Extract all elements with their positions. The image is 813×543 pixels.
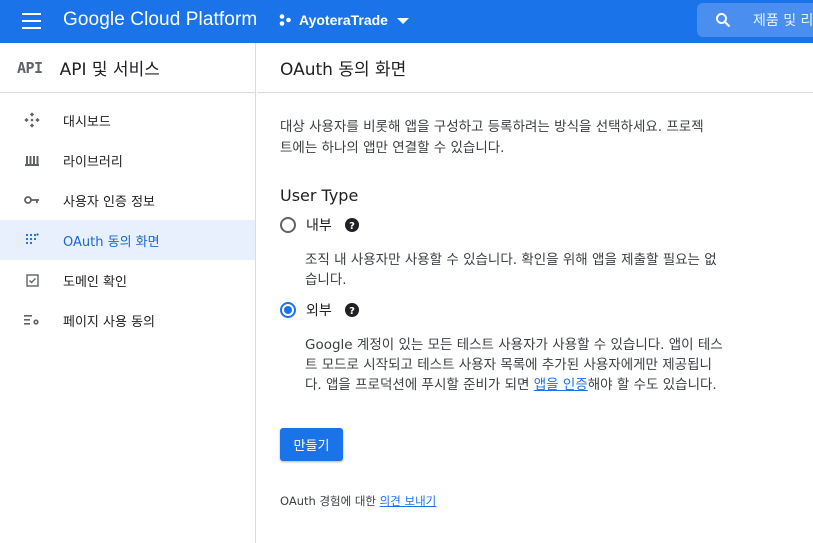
svg-text:?: ?: [349, 221, 355, 232]
external-description: Google 계정이 있는 모든 테스트 사용자가 사용할 수 있습니다. 앱이…: [305, 335, 787, 395]
chevron-down-icon: [396, 18, 409, 24]
sidebar-item-domain-verification[interactable]: 도메인 확인: [0, 260, 255, 300]
feedback-line: OAuth 경험에 대한 의견 보내기: [280, 493, 787, 509]
search-icon: [716, 13, 731, 28]
google-cloud-logo[interactable]: Google Cloud Platform: [63, 9, 257, 31]
sidebar-item-page-usage-agreement[interactable]: 페이지 사용 동의: [0, 300, 255, 340]
svg-text:?: ?: [349, 306, 355, 317]
sidebar-item-label: 라이브러리: [63, 154, 123, 170]
dashboard-icon: [23, 111, 41, 129]
internal-radio[interactable]: [280, 217, 296, 233]
library-icon: [23, 151, 41, 169]
search-input[interactable]: 제품 및 리: [697, 3, 813, 37]
sidebar-item-label: 페이지 사용 동의: [63, 314, 155, 330]
description-line: Google 계정이 있는 모든 테스트 사용자가 사용할 수 있습니다. 앱이…: [305, 337, 723, 353]
sidebar-item-label: 사용자 인증 정보: [63, 194, 155, 210]
oauth-consent-icon: [23, 231, 41, 249]
consent-form: 대상 사용자를 비롯해 앱을 구성하고 등록하려는 방식을 선택하세요. 프로젝…: [257, 117, 813, 509]
sidebar-item-library[interactable]: 라이브러리: [0, 140, 255, 180]
actions: 만들기: [280, 428, 787, 461]
sidebar-title: API 및 서비스: [59, 60, 160, 80]
description-line: 조직 내 사용자만 사용할 수 있습니다. 확인을 위해 앱을 제출할 필요는 …: [305, 252, 717, 268]
page-header: OAuth 동의 화면: [257, 43, 813, 93]
sidebar-header: API API 및 서비스: [0, 43, 255, 93]
sidebar-item-credentials[interactable]: 사용자 인증 정보: [0, 180, 255, 220]
user-type-internal-option[interactable]: 내부 ?: [280, 214, 787, 236]
project-name: AyoteraTrade: [299, 12, 388, 28]
help-icon[interactable]: ?: [344, 303, 359, 317]
domain-verification-icon: [23, 271, 41, 289]
sidebar: API API 및 서비스 대시보드 라이브러리 사용자 인증 정보 OAuth…: [0, 43, 256, 543]
sidebar-item-oauth-consent[interactable]: OAuth 동의 화면: [0, 220, 255, 260]
project-icon: [279, 14, 291, 26]
description-text: 다. 앱을 프로덕션에 푸시할 준비가 되면: [305, 377, 534, 393]
description-line: 다. 앱을 프로덕션에 푸시할 준비가 되면 앱을 인증해야 할 수도 있습니다…: [305, 375, 787, 395]
external-radio[interactable]: [280, 302, 296, 318]
page-title: OAuth 동의 화면: [280, 60, 407, 80]
project-selector[interactable]: AyoteraTrade: [278, 12, 409, 28]
sidebar-item-label: OAuth 동의 화면: [63, 234, 160, 250]
feedback-text: OAuth 경험에 대한: [280, 494, 380, 508]
sidebar-item-dashboard[interactable]: 대시보드: [0, 100, 255, 140]
external-label: 외부: [306, 303, 332, 319]
description-line: 대상 사용자를 비롯해 앱을 구성하고 등록하려는 방식을 선택하세요. 프로젝: [280, 119, 704, 135]
description-text: 해야 할 수도 있습니다.: [587, 377, 717, 393]
description-line: 트에는 하나의 앱만 연결할 수 있습니다.: [280, 140, 505, 156]
user-type-external-option[interactable]: 외부 ?: [280, 299, 787, 321]
send-feedback-link[interactable]: 의견 보내기: [380, 494, 437, 508]
internal-label: 내부: [306, 218, 332, 234]
menu-icon[interactable]: [22, 13, 41, 29]
search-placeholder: 제품 및 리: [753, 13, 813, 29]
sidebar-item-label: 대시보드: [63, 114, 111, 130]
internal-description: 조직 내 사용자만 사용할 수 있습니다. 확인을 위해 앱을 제출할 필요는 …: [305, 250, 787, 290]
main-content: OAuth 동의 화면 대상 사용자를 비롯해 앱을 구성하고 등록하려는 방식…: [257, 43, 813, 543]
page-description: 대상 사용자를 비롯해 앱을 구성하고 등록하려는 방식을 선택하세요. 프로젝…: [280, 117, 787, 159]
api-logo-icon: API: [17, 58, 43, 77]
page-usage-agreement-icon: [23, 311, 41, 329]
sidebar-nav: 대시보드 라이브러리 사용자 인증 정보 OAuth 동의 화면 도메인 확인: [0, 93, 255, 340]
top-app-bar: Google Cloud Platform AyoteraTrade 제품 및 …: [0, 0, 813, 43]
sidebar-item-label: 도메인 확인: [63, 274, 127, 290]
key-icon: [23, 191, 41, 209]
user-type-heading: User Type: [280, 186, 359, 205]
verify-app-link[interactable]: 앱을 인증: [534, 377, 588, 393]
help-icon[interactable]: ?: [344, 218, 359, 232]
create-button[interactable]: 만들기: [280, 428, 343, 461]
description-line: 트 모드로 시작되고 테스트 사용자 목록에 추가된 사용자에게만 제공됩니: [305, 357, 712, 373]
description-line: 습니다.: [305, 272, 347, 288]
